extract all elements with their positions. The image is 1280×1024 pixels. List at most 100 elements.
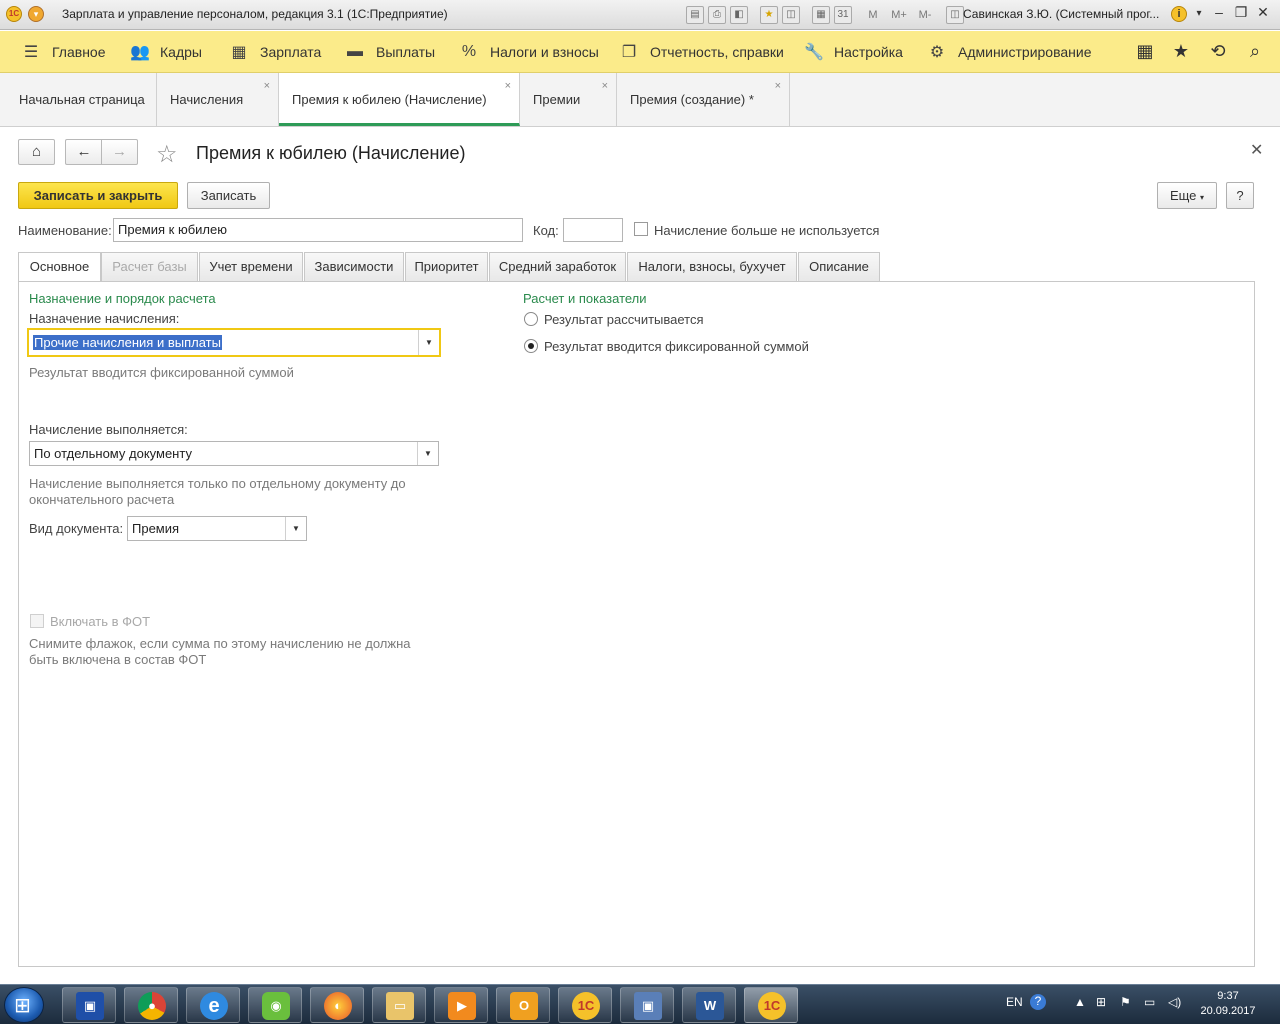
tab-bonuses[interactable]: Премии ×: [520, 73, 617, 126]
help-tray-icon[interactable]: ?: [1030, 994, 1046, 1010]
calendar-icon[interactable]: 31: [834, 6, 852, 24]
close-tab-icon[interactable]: ×: [775, 80, 781, 92]
code-field[interactable]: [563, 218, 623, 242]
taskbar-app-outlook[interactable]: O: [496, 987, 550, 1023]
info-menu-icon[interactable]: ▾: [1188, 8, 1210, 19]
app-menu-icon[interactable]: ▾: [28, 6, 44, 22]
close-window-icon[interactable]: ✕: [1252, 4, 1274, 21]
taskbar-app-firefox[interactable]: ◐: [310, 987, 364, 1023]
tab-average-earnings[interactable]: Средний заработок: [489, 252, 626, 281]
app-logo-icon: 1С: [6, 6, 22, 22]
tab-home-page[interactable]: Начальная страница: [6, 73, 157, 126]
grid-menu-icon[interactable]: ▦: [1134, 41, 1156, 62]
close-tab-icon[interactable]: ×: [602, 80, 608, 92]
memory-minus-button[interactable]: M-: [914, 6, 936, 24]
windows-taskbar: ▣ ● e ◉ ◐ ▭ ▶ O 1С ▣ W 1С EN ? ▲ ⊞ ⚑ ▭ ◁…: [0, 984, 1280, 1024]
help-button[interactable]: ?: [1226, 182, 1254, 209]
messenger-icon: ◉: [262, 992, 290, 1020]
favorites-star-icon[interactable]: ★: [1170, 41, 1192, 62]
current-user[interactable]: Савинская З.Ю. (Системный прог...: [963, 7, 1159, 21]
radio-result-calculated[interactable]: [524, 312, 538, 326]
favorites-icon[interactable]: ★: [760, 6, 778, 24]
tab-accruals[interactable]: Начисления ×: [157, 73, 279, 126]
purpose-select[interactable]: Прочие начисления и выплаты ▼: [27, 328, 441, 357]
taskbar-app-word[interactable]: W: [682, 987, 736, 1023]
taskbar-app-media[interactable]: ▶: [434, 987, 488, 1023]
more-label: Еще: [1169, 188, 1197, 203]
panels-icon[interactable]: ◫: [946, 6, 964, 24]
start-button[interactable]: [4, 987, 44, 1023]
not-used-checkbox[interactable]: [634, 222, 648, 236]
gear-icon: ⚙: [929, 44, 945, 61]
tab-label: Премии: [533, 92, 581, 107]
taskbar-app-save[interactable]: ▣: [62, 987, 116, 1023]
menu-item-taxes[interactable]: % Налоги и взносы: [460, 31, 599, 73]
purpose-value: Прочие начисления и выплаты: [33, 335, 222, 350]
taskbar-app-remote[interactable]: ▣: [620, 987, 674, 1023]
arrow-left-icon: ←: [76, 143, 92, 160]
tab-taxes-accounting[interactable]: Налоги, взносы, бухучет: [627, 252, 797, 281]
taskbar-app-1c-active[interactable]: 1С: [744, 987, 798, 1023]
name-field[interactable]: Премия к юбилею: [113, 218, 523, 242]
tab-bonus-create[interactable]: Премия (создание) * ×: [617, 73, 790, 126]
menu-item-settings[interactable]: 🔧 Настройка: [804, 31, 903, 73]
action-center-flag-icon[interactable]: ⚑: [1120, 995, 1131, 1009]
close-tab-icon[interactable]: ×: [264, 80, 270, 92]
taskbar-app-1c[interactable]: 1С: [558, 987, 612, 1023]
save-button[interactable]: Записать: [187, 182, 270, 209]
favorite-star-icon[interactable]: ☆: [156, 140, 178, 169]
tab-priority[interactable]: Приоритет: [405, 252, 488, 281]
radio-result-fixed-label: Результат вводится фиксированной суммой: [544, 339, 809, 354]
tab-label: Начисления: [170, 92, 244, 107]
show-hidden-icons-icon[interactable]: ▲: [1074, 995, 1086, 1009]
preview-icon[interactable]: ◧: [730, 6, 748, 24]
menu-item-administration[interactable]: ⚙ Администрирование: [928, 31, 1092, 73]
volume-icon[interactable]: ◁): [1168, 995, 1181, 1009]
network-share-icon[interactable]: ⊞: [1096, 995, 1106, 1009]
taskbar-app-ie[interactable]: e: [186, 987, 240, 1023]
chevron-down-icon[interactable]: ▼: [285, 517, 306, 540]
close-form-icon[interactable]: ✕: [1250, 140, 1263, 160]
chevron-down-icon[interactable]: ▼: [418, 330, 439, 355]
menu-item-main[interactable]: ☰ Главное: [22, 31, 106, 73]
memory-plus-button[interactable]: M+: [888, 6, 910, 24]
home-icon: ⌂: [31, 143, 42, 160]
home-button[interactable]: ⌂: [18, 139, 55, 165]
close-tab-icon[interactable]: ×: [505, 80, 511, 92]
more-button[interactable]: Еще ▾: [1157, 182, 1217, 209]
taskbar-app-green[interactable]: ◉: [248, 987, 302, 1023]
tab-main[interactable]: Основное: [18, 252, 101, 282]
back-button[interactable]: ←: [65, 139, 102, 165]
tab-time-accounting[interactable]: Учет времени: [199, 252, 303, 281]
bookmark-icon[interactable]: ◫: [782, 6, 800, 24]
doc-type-select[interactable]: Премия ▼: [127, 516, 307, 541]
menu-item-personnel[interactable]: 👥 Кадры: [130, 31, 202, 73]
tab-description[interactable]: Описание: [798, 252, 880, 281]
system-clock[interactable]: 9:37 20.09.2017: [1196, 989, 1260, 1019]
restore-icon[interactable]: ❐: [1230, 4, 1252, 21]
network-icon[interactable]: ▭: [1144, 995, 1155, 1009]
menu-item-payments[interactable]: ▬ Выплаты: [346, 31, 435, 73]
language-indicator[interactable]: EN: [1006, 995, 1023, 1009]
calculator-icon[interactable]: ▦: [812, 6, 830, 24]
print-icon[interactable]: ⎙: [708, 6, 726, 24]
minimize-icon[interactable]: –: [1208, 4, 1230, 20]
info-icon[interactable]: i: [1171, 6, 1187, 22]
execution-select[interactable]: По отдельному документу ▼: [29, 441, 439, 466]
people-icon: 👥: [130, 44, 150, 61]
tab-bonus-anniversary[interactable]: Премия к юбилею (Начисление) ×: [279, 73, 520, 126]
taskbar-app-chrome[interactable]: ●: [124, 987, 178, 1023]
forward-button[interactable]: →: [101, 139, 138, 165]
tab-dependencies[interactable]: Зависимости: [304, 252, 404, 281]
chevron-down-icon[interactable]: ▼: [417, 442, 438, 465]
taskbar-app-explorer[interactable]: ▭: [372, 987, 426, 1023]
save-icon[interactable]: ▤: [686, 6, 704, 24]
save-and-close-button[interactable]: Записать и закрыть: [18, 182, 178, 209]
menu-item-salary[interactable]: ▦ Зарплата: [230, 31, 321, 73]
menu-item-reports[interactable]: ❐ Отчетность, справки: [620, 31, 784, 73]
radio-result-fixed[interactable]: [524, 339, 538, 353]
search-icon[interactable]: ⌕: [1244, 41, 1266, 62]
not-used-label: Начисление больше не используется: [654, 223, 880, 238]
history-icon[interactable]: ⟲: [1207, 41, 1229, 62]
memory-m-button[interactable]: M: [862, 6, 884, 24]
